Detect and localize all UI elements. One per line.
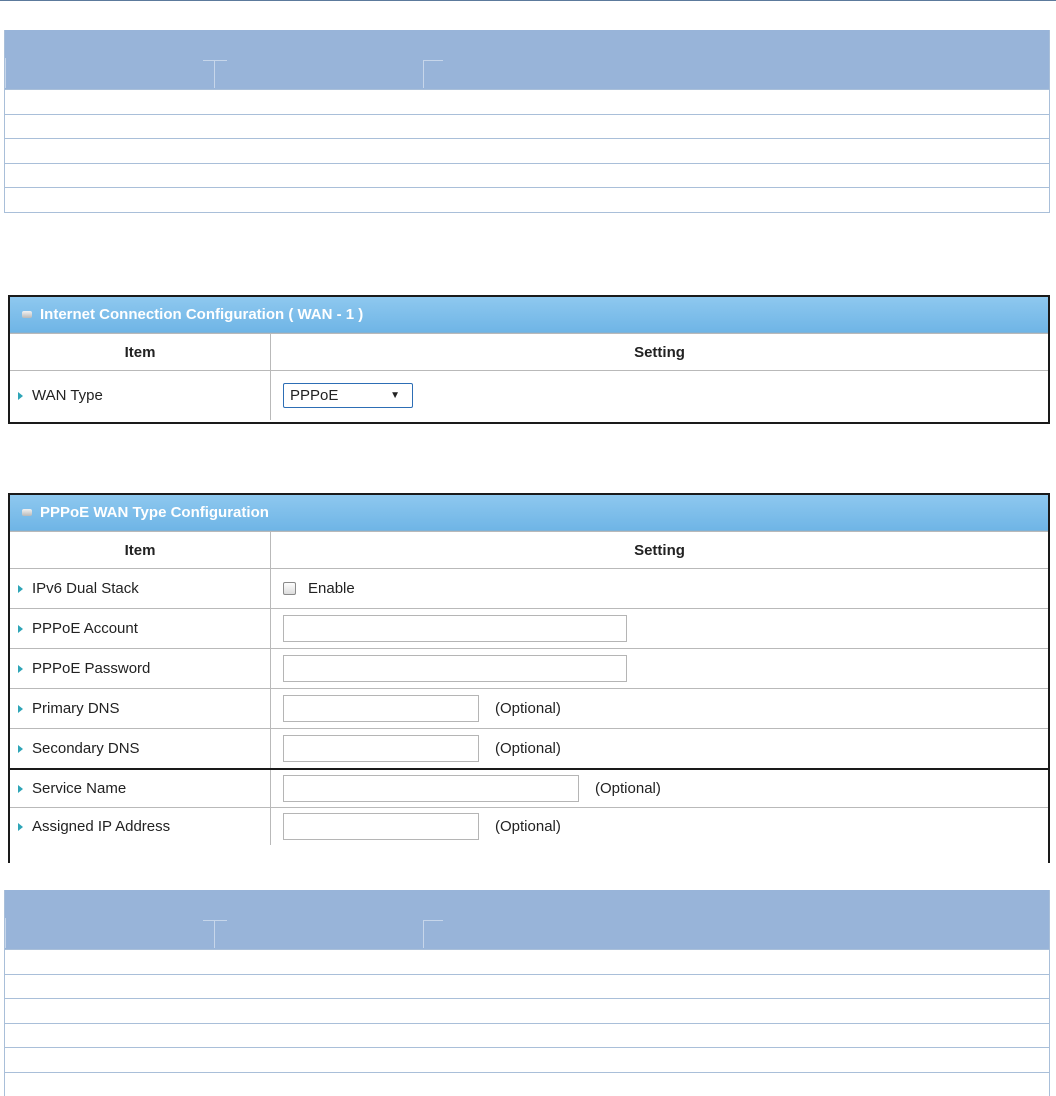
optional-note: (Optional) — [595, 780, 661, 797]
row-arrow-icon — [18, 624, 23, 633]
doc-table-row — [5, 89, 1049, 114]
ipv6-enable-checkbox[interactable] — [283, 582, 296, 595]
service-name-input[interactable] — [283, 775, 579, 802]
doc-table-row — [5, 973, 1049, 999]
optional-note: (Optional) — [495, 700, 561, 717]
row-arrow-icon — [18, 584, 23, 593]
optional-note: (Optional) — [495, 818, 561, 835]
doc-table-row — [5, 162, 1049, 188]
pppoe-account-input[interactable] — [283, 615, 627, 642]
doc-table-row — [5, 113, 1049, 139]
doc-table-top — [4, 30, 1050, 213]
optional-note: (Optional) — [495, 740, 561, 757]
doc-table-row — [5, 998, 1049, 1023]
pppoe-password-input[interactable] — [283, 655, 627, 682]
header-row: Item Setting — [10, 333, 1048, 370]
secondary-dns-input[interactable] — [283, 735, 479, 762]
row-arrow-icon — [18, 664, 23, 673]
pppoe-password-label: PPPoE Password — [32, 660, 151, 677]
assigned-ip-label: Assigned IP Address — [32, 818, 171, 835]
pppoe-account-label: PPPoE Account — [32, 620, 138, 637]
ipv6-dual-stack-row: IPv6 Dual Stack Enable — [10, 568, 1048, 608]
panel-title-text: PPPoE WAN Type Configuration — [40, 504, 269, 521]
internet-connection-panel: Internet Connection Configuration ( WAN … — [8, 295, 1050, 424]
pppoe-password-row: PPPoE Password — [10, 648, 1048, 688]
col-item-header: Item — [10, 532, 271, 568]
assigned-ip-row: Assigned IP Address (Optional) — [10, 807, 1048, 845]
service-name-row: Service Name (Optional) — [10, 768, 1048, 807]
panel-title: PPPoE WAN Type Configuration — [10, 495, 1048, 531]
panel-title-text: Internet Connection Configuration ( WAN … — [40, 306, 364, 323]
doc-table-bottom — [4, 890, 1050, 1096]
top-rule — [0, 0, 1056, 1]
dropdown-caret-icon: ▼ — [390, 390, 400, 401]
wan-type-select[interactable]: PPPoE ▼ — [283, 383, 413, 408]
doc-table-row — [5, 138, 1049, 163]
primary-dns-label: Primary DNS — [32, 700, 120, 717]
ipv6-enable-text: Enable — [308, 580, 355, 597]
service-name-label: Service Name — [32, 780, 127, 797]
col-item-header: Item — [10, 334, 271, 370]
doc-table-header — [5, 30, 1049, 89]
primary-dns-row: Primary DNS (Optional) — [10, 688, 1048, 728]
doc-table-header — [5, 890, 1049, 949]
row-arrow-icon — [18, 822, 23, 831]
secondary-dns-row: Secondary DNS (Optional) — [10, 728, 1048, 768]
doc-table-row — [5, 1047, 1049, 1072]
wan-type-label: WAN Type — [32, 387, 103, 404]
pppoe-account-row: PPPoE Account — [10, 608, 1048, 648]
row-arrow-icon — [18, 784, 23, 793]
pppoe-config-panel: PPPoE WAN Type Configuration Item Settin… — [8, 493, 1050, 863]
col-setting-header: Setting — [634, 343, 685, 361]
row-arrow-icon — [18, 704, 23, 713]
title-bullet-icon — [22, 311, 32, 318]
header-row: Item Setting — [10, 531, 1048, 568]
secondary-dns-label: Secondary DNS — [32, 740, 140, 757]
wan-type-row: WAN Type PPPoE ▼ — [10, 370, 1048, 420]
row-arrow-icon — [18, 391, 23, 400]
primary-dns-input[interactable] — [283, 695, 479, 722]
doc-table-row — [5, 949, 1049, 974]
row-arrow-icon — [18, 744, 23, 753]
panel-title: Internet Connection Configuration ( WAN … — [10, 297, 1048, 333]
col-setting-header: Setting — [634, 541, 685, 559]
wan-type-selected: PPPoE — [290, 387, 339, 404]
title-bullet-icon — [22, 509, 32, 516]
doc-table-row — [5, 1022, 1049, 1048]
doc-table-row — [5, 187, 1049, 212]
assigned-ip-input[interactable] — [283, 813, 479, 840]
ipv6-dual-stack-label: IPv6 Dual Stack — [32, 580, 139, 597]
doc-table-row — [5, 1071, 1049, 1096]
